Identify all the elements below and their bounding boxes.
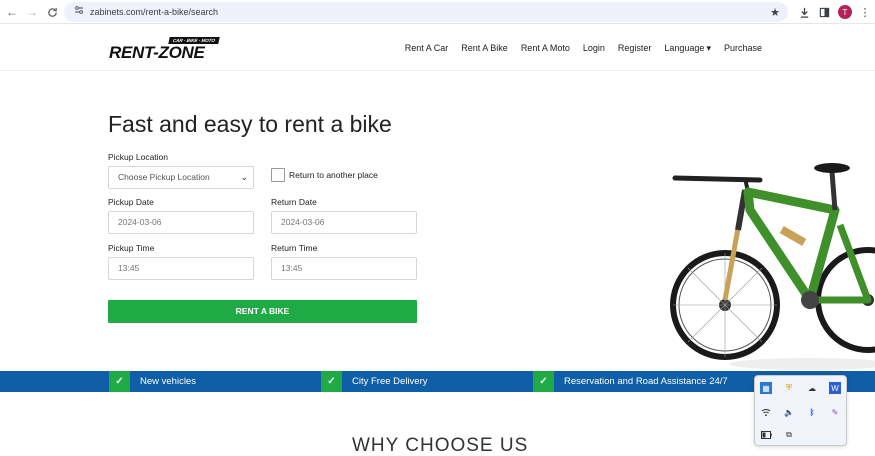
nav-language-label: Language — [664, 43, 705, 53]
return-time-input[interactable]: 13:45 — [271, 257, 417, 280]
back-icon[interactable]: ← — [4, 4, 20, 20]
more-menu-icon[interactable]: ⋮ — [856, 3, 874, 21]
wifi-icon[interactable] — [760, 406, 772, 418]
caret-down-icon: ▾ — [706, 43, 711, 53]
site-header: CAR · BIKE · MOTO RENT-ZONE Rent A Car R… — [0, 24, 875, 71]
word-icon[interactable]: W — [829, 382, 841, 394]
check-icon: ✓ — [533, 371, 554, 392]
pickup-time-label: Pickup Time — [108, 243, 155, 253]
main-nav: Rent A Car Rent A Bike Rent A Moto Login… — [405, 42, 762, 54]
nav-purchase[interactable]: Purchase — [724, 42, 762, 54]
display-icon[interactable]: ⧉ — [783, 429, 795, 441]
cloud-icon[interactable]: ☁ — [806, 382, 818, 394]
url-text[interactable]: zabinets.com/rent-a-bike/search — [90, 5, 218, 19]
shield-icon[interactable]: ⛨ — [783, 382, 795, 394]
check-icon: ✓ — [109, 371, 130, 392]
nav-register[interactable]: Register — [618, 42, 652, 54]
chevron-down-icon: ⌄ — [240, 172, 248, 182]
feature-item: ✓ Reservation and Road Assistance 24/7 — [533, 371, 728, 392]
pickup-location-select[interactable]: Choose Pickup Location ⌄ — [108, 166, 254, 189]
bluetooth-icon[interactable]: ᛒ — [806, 406, 818, 418]
mountain-bike-image — [670, 163, 875, 370]
nav-login[interactable]: Login — [583, 42, 605, 54]
hero-title: Fast and easy to rent a bike — [108, 111, 392, 137]
logo-text: RENT-ZONE — [109, 43, 205, 62]
profile-avatar[interactable]: T — [838, 5, 852, 19]
site-settings-icon[interactable] — [72, 5, 86, 19]
return-date-input[interactable]: 2024-03-06 — [271, 211, 417, 234]
nav-rent-a-bike[interactable]: Rent A Bike — [461, 42, 508, 54]
nav-rent-a-moto[interactable]: Rent A Moto — [521, 42, 570, 54]
return-other-checkbox[interactable] — [271, 168, 285, 182]
features-bar: ✓ New vehicles ✓ City Free Delivery ✓ Re… — [0, 371, 875, 392]
side-panel-icon[interactable] — [815, 3, 833, 21]
section-heading: WHY CHOOSE US — [352, 435, 529, 456]
rent-a-bike-button[interactable]: RENT A BIKE — [108, 300, 417, 323]
bookmark-star-icon[interactable]: ★ — [766, 3, 784, 21]
pickup-location-label: Pickup Location — [108, 152, 169, 162]
pickup-date-input[interactable]: 2024-03-06 — [108, 211, 254, 234]
site-logo[interactable]: CAR · BIKE · MOTO RENT-ZONE — [109, 36, 224, 62]
return-date-label: Return Date — [271, 197, 317, 207]
feature-item: ✓ New vehicles — [109, 371, 196, 392]
forward-icon[interactable]: → — [24, 4, 40, 20]
app-tray-icon[interactable]: ▦ — [760, 382, 772, 394]
download-icon[interactable] — [795, 3, 813, 21]
check-icon: ✓ — [321, 371, 342, 392]
address-bar[interactable]: zabinets.com/rent-a-bike/search ★ — [64, 2, 788, 22]
nav-rent-a-car[interactable]: Rent A Car — [405, 42, 449, 54]
pen-icon[interactable]: ✎ — [829, 406, 841, 418]
nav-language-dropdown[interactable]: Language ▾ — [664, 42, 711, 54]
return-other-label[interactable]: Return to another place — [289, 170, 378, 181]
feature-label: City Free Delivery — [352, 376, 428, 387]
pickup-location-value: Choose Pickup Location — [118, 172, 210, 182]
reload-icon[interactable] — [44, 4, 60, 20]
return-time-label: Return Time — [271, 243, 318, 253]
pickup-date-label: Pickup Date — [108, 197, 154, 207]
feature-label: New vehicles — [140, 376, 196, 387]
battery-icon[interactable] — [760, 429, 772, 441]
feature-label: Reservation and Road Assistance 24/7 — [564, 376, 728, 387]
feature-item: ✓ City Free Delivery — [321, 371, 428, 392]
volume-icon[interactable]: 🔈 — [783, 406, 795, 418]
system-tray-popup: ▦ ⛨ ☁ W 🔈 ᛒ ✎ ⧉ — [754, 375, 847, 446]
browser-toolbar: ← → zabinets.com/rent-a-bike/search ★ T … — [0, 0, 875, 24]
pickup-time-input[interactable]: 13:45 — [108, 257, 254, 280]
